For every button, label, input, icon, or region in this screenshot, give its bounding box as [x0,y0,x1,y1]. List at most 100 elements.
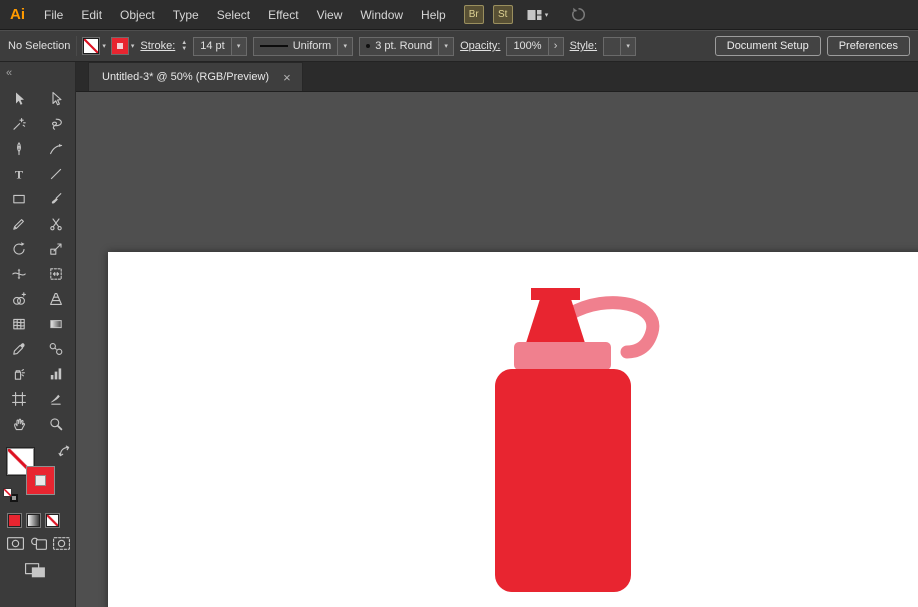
menu-select[interactable]: Select [208,8,259,22]
fill-color-control[interactable]: ▾ [83,38,106,54]
screen-mode-icon [24,562,47,579]
workspace-switcher[interactable]: ▾ [527,9,549,21]
uniform-profile-preview [260,45,288,47]
magic-wand-tool[interactable] [0,111,38,136]
preferences-button[interactable]: Preferences [827,36,910,56]
close-tab-icon[interactable]: × [283,71,291,84]
brush-preview-dot [366,44,370,48]
width-profile-select[interactable]: Uniform ▾ [253,37,354,56]
selection-status: No Selection [8,40,70,52]
stroke-color-control[interactable]: ▾ [112,38,135,54]
canvas [76,92,918,607]
color-mode-row [0,508,75,527]
menu-view[interactable]: View [308,8,352,22]
document-area: Untitled-3* @ 50% (RGB/Preview) × [76,62,918,607]
document-setup-button[interactable]: Document Setup [715,36,821,56]
svg-text:T: T [15,167,23,181]
chevron-right-icon[interactable]: › [548,38,563,55]
stroke-indicator-red[interactable] [27,467,54,494]
symbol-sprayer-tool[interactable] [0,361,38,386]
curvature-tool[interactable] [38,136,76,161]
bridge-button[interactable]: Br [464,5,484,24]
stepper-down-icon[interactable]: ▼ [181,46,187,52]
artboard[interactable] [108,252,918,607]
sync-status[interactable] [570,6,587,23]
stroke-panel-link[interactable]: Stroke: [140,40,175,52]
pen-tool[interactable] [0,136,38,161]
stroke-red-swatch[interactable] [112,38,128,54]
draw-behind-icon[interactable] [29,536,48,551]
chevron-down-icon[interactable]: ▾ [231,38,246,55]
ketchup-bottle-artwork [108,252,918,607]
width-profile-value: Uniform [293,40,332,52]
column-graph-tool[interactable] [38,361,76,386]
color-button[interactable] [8,514,21,527]
perspective-grid-tool[interactable] [38,286,76,311]
workspace: « T [0,62,918,607]
scissors-tool[interactable] [38,211,76,236]
hand-tool[interactable] [0,411,38,436]
width-tool[interactable] [0,261,38,286]
pencil-tool[interactable] [0,211,38,236]
menu-bar: Ai File Edit Object Type Select Effect V… [0,0,918,30]
stroke-weight-value: 14 pt [194,38,230,55]
screen-mode-control[interactable] [0,551,75,579]
lasso-tool[interactable] [38,111,76,136]
menu-help[interactable]: Help [412,8,455,22]
chevron-down-icon[interactable]: ▾ [102,42,106,50]
sync-icon [570,6,587,23]
menu-window[interactable]: Window [351,8,412,22]
shape-builder-tool[interactable] [0,286,38,311]
document-tab-bar: Untitled-3* @ 50% (RGB/Preview) × [76,62,918,92]
chevron-down-icon[interactable]: ▾ [438,38,453,55]
fill-none-swatch[interactable] [83,38,99,54]
bottle-cap-band[interactable] [514,342,611,370]
menu-object[interactable]: Object [111,8,164,22]
brush-definition-value: 3 pt. Round [375,40,432,52]
chevron-down-icon[interactable]: ▾ [337,38,352,55]
menu-type[interactable]: Type [164,8,208,22]
mesh-tool[interactable] [0,311,38,336]
chevron-down-icon[interactable]: ▾ [620,38,635,55]
bottle-spout-tip[interactable] [531,288,580,300]
menu-edit[interactable]: Edit [72,8,111,22]
swap-fill-stroke-icon[interactable] [58,445,71,463]
line-segment-tool[interactable] [38,161,76,186]
gradient-button[interactable] [27,514,40,527]
rotate-tool[interactable] [0,236,38,261]
graphic-style-select[interactable]: ▾ [603,37,636,56]
menu-effect[interactable]: Effect [259,8,307,22]
document-tab[interactable]: Untitled-3* @ 50% (RGB/Preview) × [88,62,303,91]
stroke-weight-stepper[interactable]: ▲ ▼ [181,40,187,52]
none-button[interactable] [46,514,59,527]
brush-definition-select[interactable]: 3 pt. Round ▾ [359,37,454,56]
blend-tool[interactable] [38,336,76,361]
direct-selection-tool[interactable] [38,86,76,111]
type-tool[interactable]: T [0,161,38,186]
rectangle-tool[interactable] [0,186,38,211]
artboard-tool[interactable] [0,386,38,411]
default-fill-stroke-icon[interactable] [3,488,20,503]
opacity-value: 100% [507,38,547,55]
menu-file[interactable]: File [35,8,72,22]
free-transform-tool[interactable] [38,261,76,286]
tools-grid: T [0,86,75,436]
gradient-tool[interactable] [38,311,76,336]
selection-tool[interactable] [0,86,38,111]
eyedropper-tool[interactable] [0,336,38,361]
chevron-down-icon[interactable]: ▾ [131,42,135,50]
stroke-weight-select[interactable]: 14 pt ▾ [193,37,246,56]
chevron-down-icon: ▾ [545,11,549,19]
draw-inside-icon[interactable] [52,536,71,551]
paintbrush-tool[interactable] [38,186,76,211]
opacity-panel-link[interactable]: Opacity: [460,40,500,52]
slice-tool[interactable] [38,386,76,411]
opacity-select[interactable]: 100% › [506,37,563,56]
draw-normal-icon[interactable] [6,536,25,551]
stock-button[interactable]: St [493,5,513,24]
zoom-tool[interactable] [38,411,76,436]
scale-tool[interactable] [38,236,76,261]
style-panel-link[interactable]: Style: [570,40,598,52]
tools-panel-collapse[interactable]: « [0,62,75,86]
bottle-body[interactable] [495,369,631,592]
